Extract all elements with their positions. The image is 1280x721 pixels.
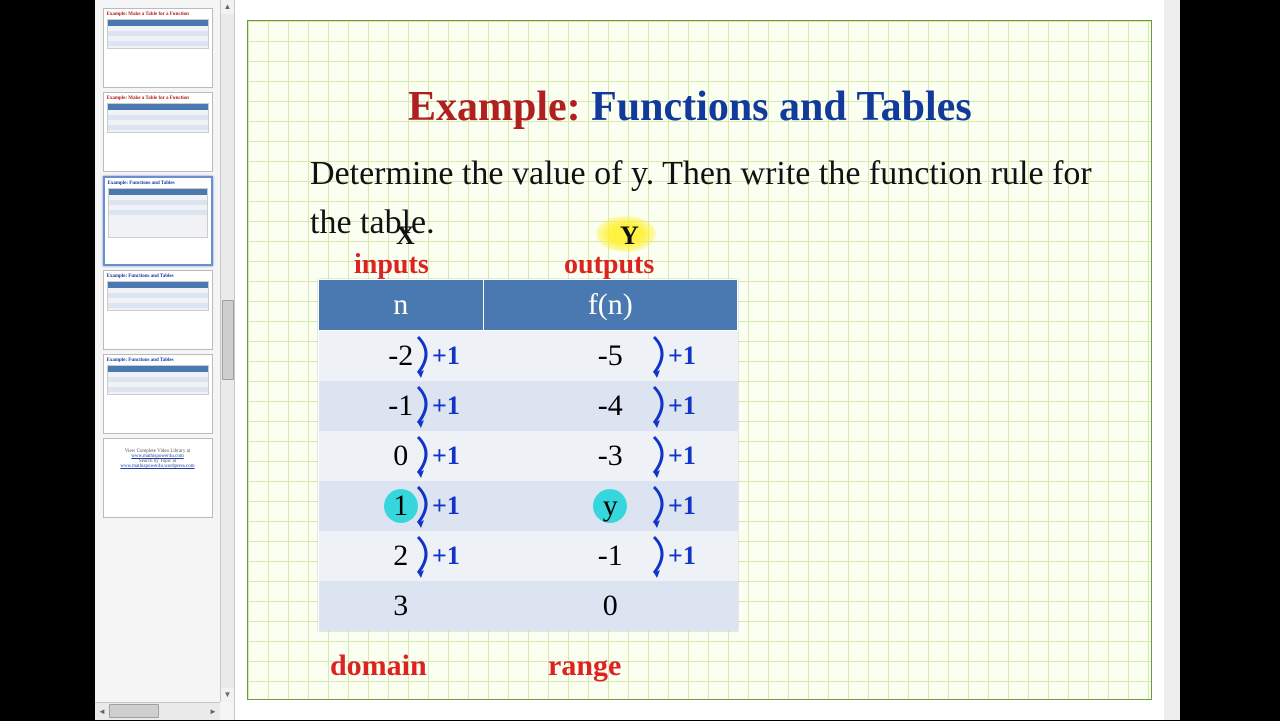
title-example-word: Example: — [408, 84, 581, 130]
thumb-title: Example: Make a Table for a Function — [107, 12, 189, 17]
outputs-annotation: outputs — [564, 249, 654, 281]
table-header-row: n f(n) — [319, 280, 738, 331]
curve-arrow-icon — [646, 483, 676, 533]
scrollbar-thumb[interactable] — [222, 300, 234, 380]
slide-thumbnail-1[interactable]: Example: Make a Table for a Function — [103, 8, 213, 88]
curve-arrow-icon — [646, 383, 676, 433]
title-topic: Functions and Tables — [591, 84, 972, 130]
curve-arrow-icon — [646, 433, 676, 483]
slide-title: Example: Functions and Tables — [408, 83, 972, 131]
x-annotation: X — [396, 221, 415, 251]
diff-item: +1 — [432, 541, 492, 591]
domain-annotation: domain — [330, 649, 427, 683]
slide-vertical-scrollbar[interactable] — [1164, 0, 1180, 720]
diff-item: +1 — [668, 491, 728, 541]
curve-arrow-icon — [410, 533, 440, 583]
curve-arrow-icon — [410, 383, 440, 433]
diff-item: +1 — [668, 441, 728, 491]
application-window: Example: Make a Table for a Function Exa… — [95, 0, 1180, 720]
thumbnail-list: Example: Make a Table for a Function Exa… — [95, 0, 220, 702]
slide-thumbnail-3[interactable]: Example: Functions and Tables — [103, 176, 213, 266]
thumb-link: www.mathispower4u.wordpress.com — [107, 464, 209, 469]
thumb-title: Example: Functions and Tables — [108, 181, 175, 186]
diff-annotations-fn: +1 +1 +1 +1 +1 — [668, 341, 728, 591]
header-fn: f(n) — [483, 280, 737, 331]
y-annotation: Y — [620, 221, 639, 251]
thumbnail-horizontal-scrollbar[interactable]: ◄► — [95, 702, 220, 720]
diff-item: +1 — [432, 391, 492, 441]
thumb-title: Example: Functions and Tables — [107, 274, 174, 279]
diff-item: +1 — [668, 391, 728, 441]
diff-item: +1 — [432, 441, 492, 491]
slide-canvas[interactable]: Example: Functions and Tables Determine … — [247, 20, 1152, 700]
scrollbar-thumb[interactable] — [109, 704, 159, 718]
thumb-title: Example: Functions and Tables — [107, 358, 174, 363]
thumb-title: Example: Make a Table for a Function — [107, 96, 189, 101]
diff-annotations-n: +1 +1 +1 +1 +1 — [432, 341, 492, 591]
curve-arrow-icon — [410, 433, 440, 483]
slide-thumbnail-panel: Example: Make a Table for a Function Exa… — [95, 0, 235, 720]
scroll-left-button[interactable]: ◄ — [95, 703, 109, 721]
curve-arrow-icon — [646, 333, 676, 383]
diff-item: +1 — [668, 541, 728, 591]
curve-arrow-icon — [410, 333, 440, 383]
instruction-text: Determine the value of y. Then write the… — [310, 149, 1111, 248]
range-annotation: range — [548, 649, 621, 683]
thumbnail-vertical-scrollbar[interactable]: ▲ ▼ — [220, 0, 234, 702]
curve-arrow-icon — [410, 483, 440, 533]
header-n: n — [319, 280, 484, 331]
scroll-right-button[interactable]: ► — [206, 703, 220, 721]
slide-thumbnail-2[interactable]: Example: Make a Table for a Function — [103, 92, 213, 172]
slide-viewport: Example: Functions and Tables Determine … — [235, 0, 1180, 720]
inputs-annotation: inputs — [354, 249, 429, 281]
scroll-down-button[interactable]: ▼ — [221, 688, 234, 702]
curve-arrow-icon — [646, 533, 676, 583]
diff-item: +1 — [668, 341, 728, 391]
diff-item: +1 — [432, 491, 492, 541]
slide-thumbnail-6[interactable]: View Complete Video Library at www.mathi… — [103, 438, 213, 518]
diff-item: +1 — [432, 341, 492, 391]
scroll-up-button[interactable]: ▲ — [221, 0, 234, 14]
slide-thumbnail-4[interactable]: Example: Functions and Tables — [103, 270, 213, 350]
slide-thumbnail-5[interactable]: Example: Functions and Tables — [103, 354, 213, 434]
highlight-circle: y — [593, 489, 627, 523]
